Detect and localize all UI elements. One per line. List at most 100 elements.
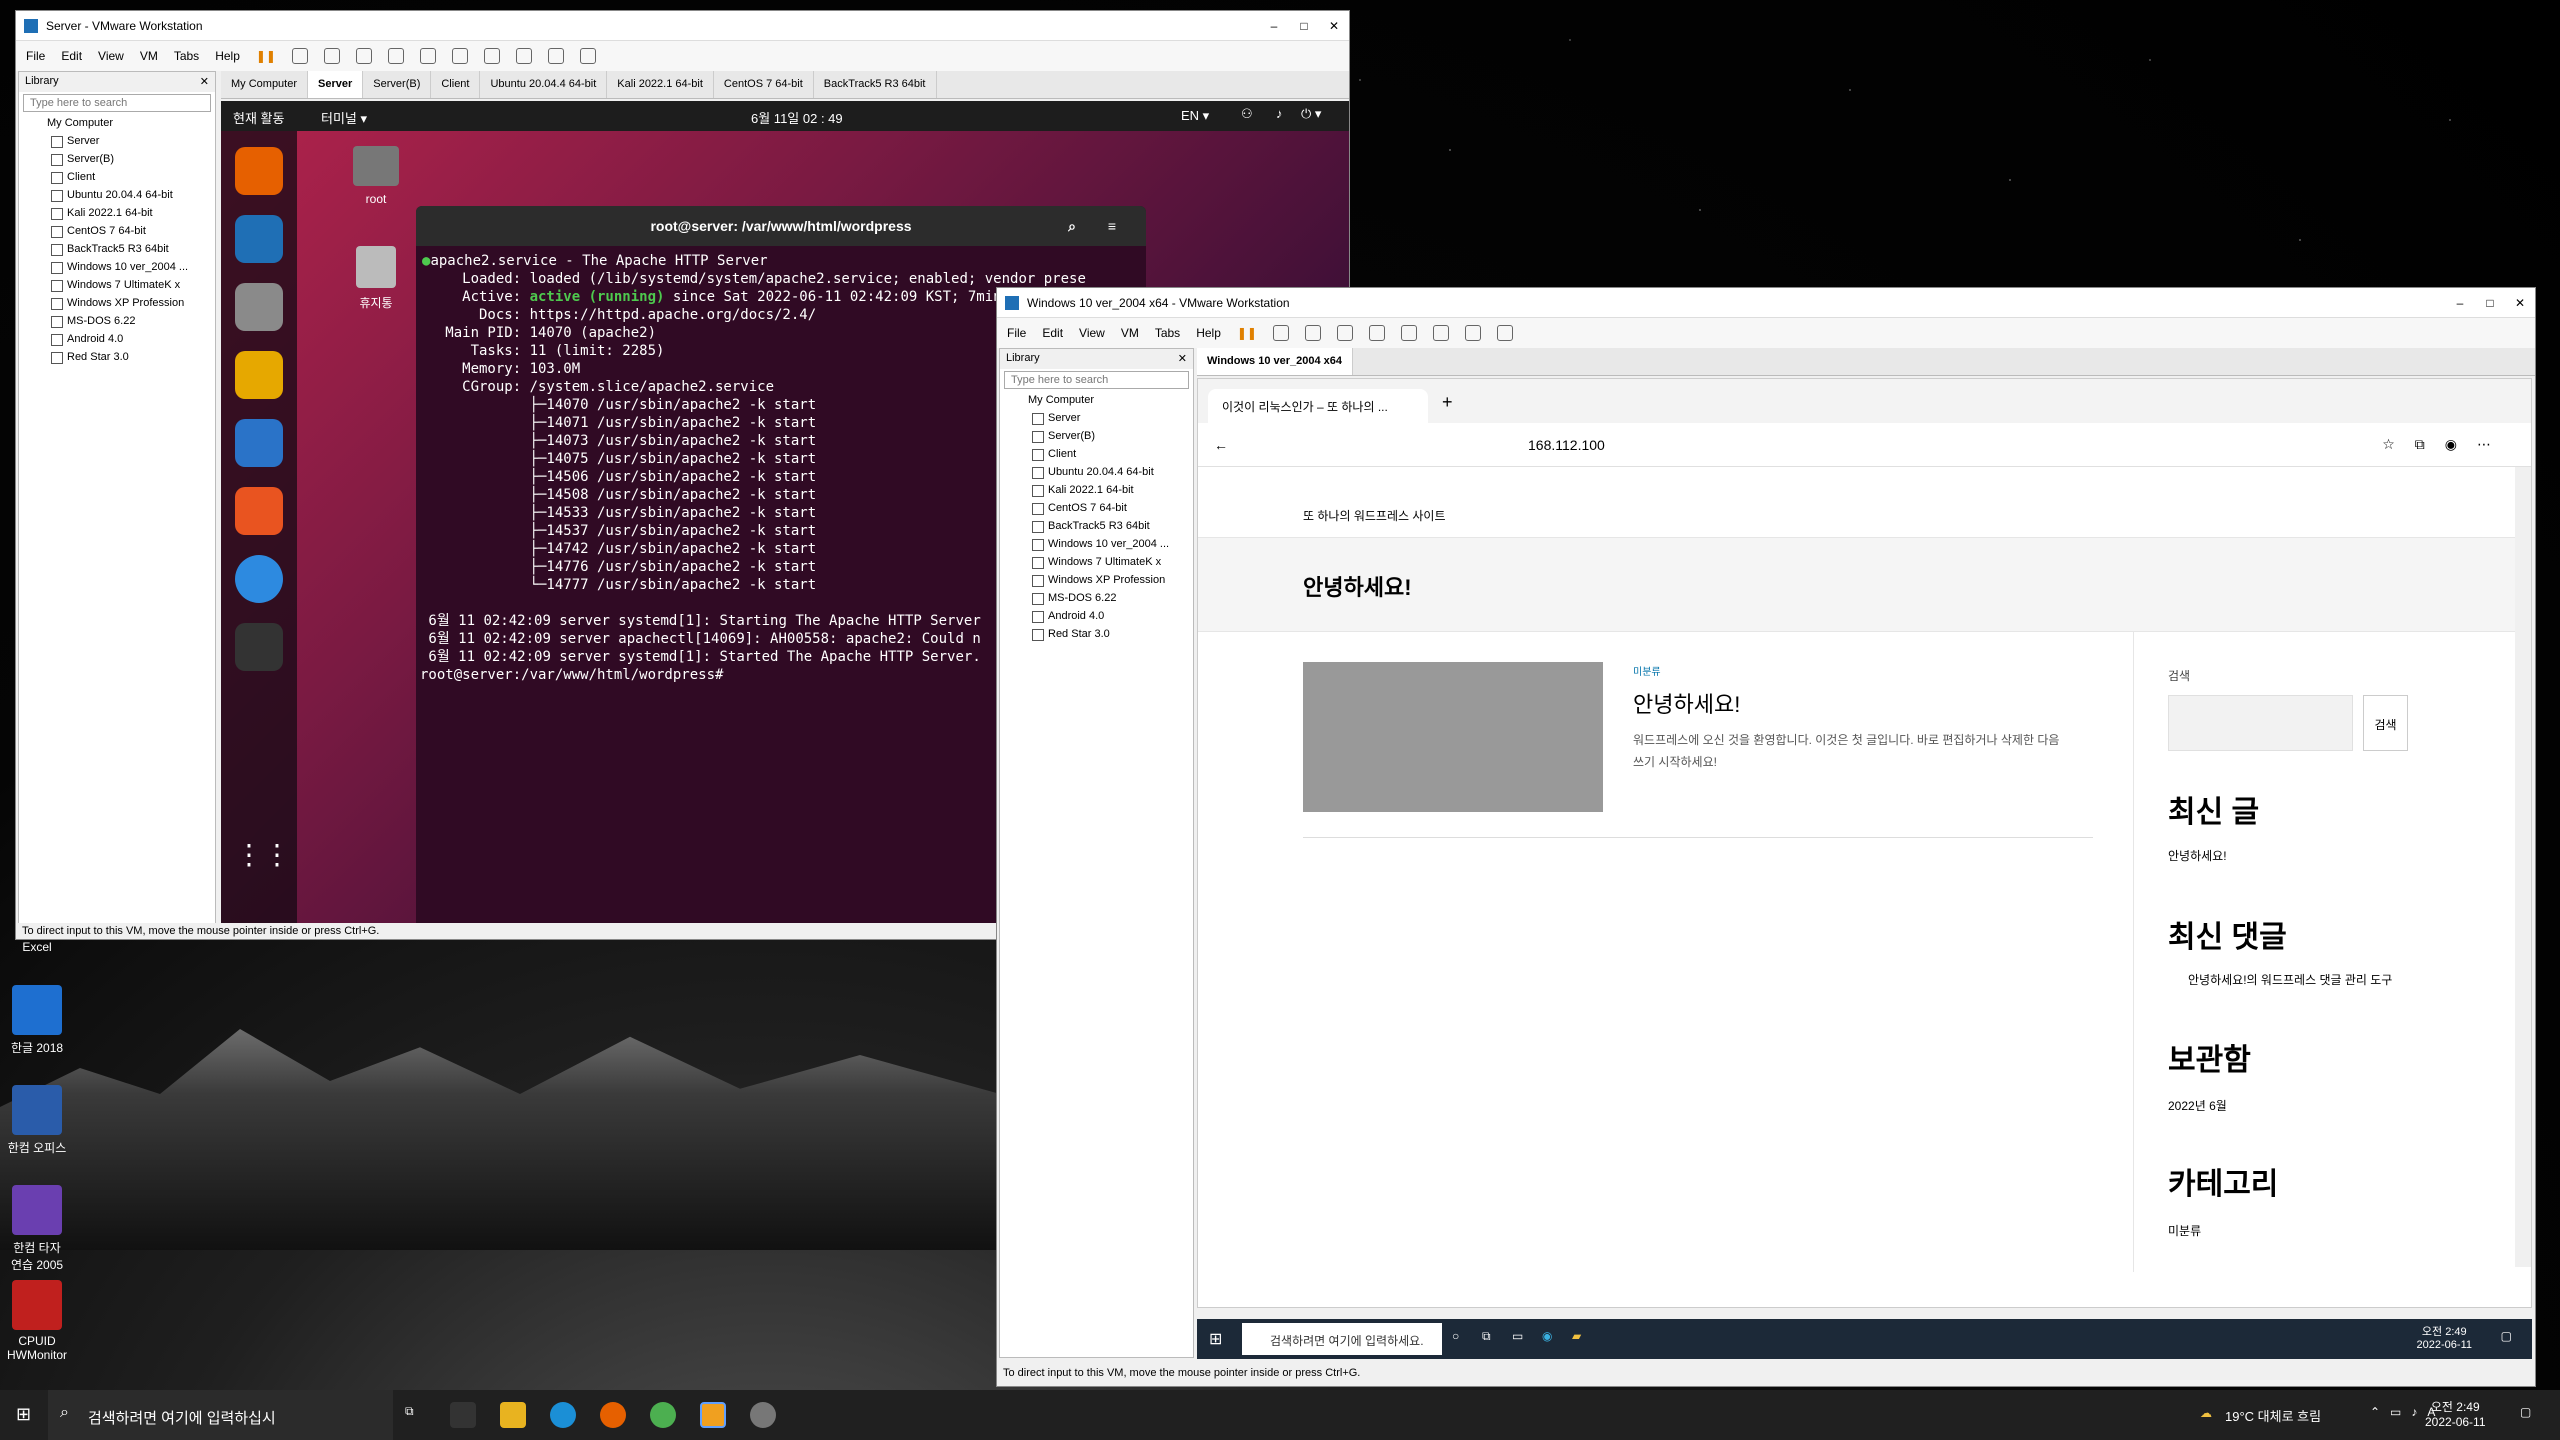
send-keys-icon[interactable] — [1272, 325, 1289, 341]
tree-item[interactable]: Windows XP Profession — [1008, 571, 1193, 589]
thunderbird-icon[interactable] — [235, 215, 283, 263]
menu-edit[interactable]: Edit — [61, 49, 82, 63]
tree-item[interactable]: Ubuntu 20.04.4 64-bit — [27, 186, 215, 204]
tree-item[interactable]: Ubuntu 20.04.4 64-bit — [1008, 463, 1193, 481]
close-button[interactable]: ✕ — [2505, 288, 2535, 318]
desktop-icon-hwmonitor[interactable]: CPUID HWMonitor — [2, 1280, 72, 1362]
tree-item[interactable]: Android 4.0 — [1008, 607, 1193, 625]
volume-icon[interactable]: ♪ — [1276, 106, 1283, 121]
tree-item[interactable]: MS-DOS 6.22 — [1008, 589, 1193, 607]
power-icon[interactable]: ⏻ ▾ — [1301, 106, 1321, 122]
edge-tab[interactable]: 이것이 리눅스인가 – 또 하나의 ... — [1208, 389, 1428, 423]
snapshot-manager-icon[interactable] — [387, 48, 404, 64]
recent-comment-link[interactable]: 안녕하세요!의 워드프레스 댓글 관리 도구 — [2188, 972, 2418, 988]
tab-win10[interactable]: Windows 10 ver_2004 x64 — [1197, 348, 1354, 375]
minimize-button[interactable]: – — [1259, 11, 1289, 41]
minimize-button[interactable]: – — [2445, 288, 2475, 318]
sidebar-search-button[interactable]: 검색 — [2363, 695, 2408, 751]
task-view-icon[interactable]: ⧉ — [1482, 1329, 1491, 1344]
close-button[interactable]: ✕ — [1319, 11, 1349, 41]
tab-server[interactable]: Server — [308, 71, 364, 98]
maximize-button[interactable]: □ — [1289, 11, 1319, 41]
unity-icon[interactable] — [515, 48, 532, 64]
tree-item[interactable]: CentOS 7 64-bit — [1008, 499, 1193, 517]
tree-item[interactable]: Kali 2022.1 64-bit — [1008, 481, 1193, 499]
stretch-icon[interactable] — [579, 48, 596, 64]
notification-icon[interactable]: ▢ — [2501, 1329, 2512, 1343]
tree-item[interactable]: BackTrack5 R3 64bit — [1008, 517, 1193, 535]
taskbar-search-box[interactable]: 검색하려면 여기에 입력하세요. — [1242, 1323, 1442, 1355]
terminal-taskbar-icon[interactable] — [450, 1402, 476, 1428]
close-library-icon[interactable]: ✕ — [1178, 352, 1187, 366]
input-language[interactable]: EN ▾ — [1181, 108, 1209, 124]
tab-my-computer[interactable]: My Computer — [221, 71, 309, 98]
desktop-icon-root[interactable]: root — [341, 146, 411, 206]
windows-start-icon[interactable]: ⊞ — [1209, 1329, 1222, 1349]
tree-item[interactable]: Red Star 3.0 — [27, 348, 215, 366]
tree-item[interactable]: Windows 7 UltimateK x — [27, 276, 215, 294]
tree-root-my-computer[interactable]: My Computer — [1008, 391, 1193, 409]
tabs-view-icon[interactable] — [451, 48, 468, 64]
fullscreen-icon[interactable] — [1464, 325, 1481, 341]
tree-item[interactable]: Kali 2022.1 64-bit — [27, 204, 215, 222]
tab-kali[interactable]: Kali 2022.1 64-bit — [607, 71, 714, 98]
host-clock-time[interactable]: 오전 2:49 — [2425, 1398, 2486, 1415]
network-icon[interactable]: ⚇ — [1241, 106, 1253, 122]
new-tab-icon[interactable]: + — [1442, 392, 1453, 413]
archive-link[interactable]: 2022년 6월 — [2168, 1097, 2227, 1114]
tree-item[interactable]: Server(B) — [1008, 427, 1193, 445]
desktop-icon-hangul[interactable]: 한글 2018 — [2, 985, 72, 1056]
menu-tabs[interactable]: Tabs — [1155, 326, 1180, 340]
writer-icon[interactable] — [235, 419, 283, 467]
menu-view[interactable]: View — [98, 49, 124, 63]
windows-start-icon[interactable]: ⊞ — [16, 1404, 31, 1425]
post-category-link[interactable]: 미분류 — [1633, 663, 1661, 678]
tree-item[interactable]: Red Star 3.0 — [1008, 625, 1193, 643]
tab-centos[interactable]: CentOS 7 64-bit — [714, 71, 814, 98]
notification-icon[interactable]: ▢ — [2520, 1405, 2531, 1419]
tab-backtrack[interactable]: BackTrack5 R3 64bit — [814, 71, 937, 98]
snapshot-icon[interactable] — [1304, 325, 1321, 341]
explorer-taskbar-icon[interactable]: ▰ — [1572, 1329, 1581, 1343]
tab-client[interactable]: Client — [431, 71, 481, 98]
host-search-box[interactable]: 검색하려면 여기에 입력하십시 — [48, 1390, 393, 1440]
rhythmbox-icon[interactable] — [235, 351, 283, 399]
tree-item[interactable]: CentOS 7 64-bit — [27, 222, 215, 240]
tree-item[interactable]: Server — [27, 132, 215, 150]
tree-item[interactable]: Windows XP Profession — [27, 294, 215, 312]
weather-icon[interactable]: ☁ — [2200, 1406, 2212, 1420]
cortana-icon[interactable]: ○ — [1452, 1329, 1459, 1343]
desktop-icon-excel[interactable]: Excel — [2, 940, 72, 954]
menu-file[interactable]: File — [1007, 326, 1026, 340]
menu-view[interactable]: View — [1079, 326, 1105, 340]
back-icon[interactable]: ← — [1214, 437, 1228, 453]
firefox-icon[interactable] — [235, 147, 283, 195]
help-icon[interactable] — [235, 555, 283, 603]
library-view-icon[interactable] — [419, 48, 436, 64]
host-clock-date[interactable]: 2022-06-11 — [2425, 1415, 2486, 1429]
menu-tabs[interactable]: Tabs — [174, 49, 199, 63]
snapshot-icon[interactable] — [323, 48, 340, 64]
task-view-icon[interactable]: ⧉ — [405, 1404, 414, 1419]
console-icon[interactable] — [1496, 325, 1513, 341]
revert-icon[interactable] — [1336, 325, 1353, 341]
win10-clock-date[interactable]: 2022-06-11 — [2417, 1339, 2472, 1351]
activities-button[interactable]: 현재 활동 — [233, 108, 284, 127]
clock[interactable]: 6월 11일 02 : 49 — [751, 108, 843, 127]
tabs-view-icon[interactable] — [1432, 325, 1449, 341]
tree-item[interactable]: Server(B) — [27, 150, 215, 168]
menu-vm[interactable]: VM — [1121, 326, 1139, 340]
tab-ubuntu[interactable]: Ubuntu 20.04.4 64-bit — [480, 71, 608, 98]
tree-item[interactable]: BackTrack5 R3 64bit — [27, 240, 215, 258]
featured-image-placeholder[interactable] — [1303, 662, 1603, 812]
win10-clock-time[interactable]: 오전 2:49 — [2417, 1323, 2472, 1339]
menu-help[interactable]: Help — [1196, 326, 1221, 340]
software-icon[interactable] — [235, 487, 283, 535]
edge-taskbar-icon[interactable]: ◉ — [1542, 1329, 1552, 1343]
files-icon[interactable] — [235, 283, 283, 331]
url-field[interactable]: 168.112.100 — [1528, 437, 1605, 453]
terminal-taskbar-icon[interactable]: ▭ — [1512, 1329, 1523, 1343]
tree-item[interactable]: Server — [1008, 409, 1193, 427]
pause-icon[interactable]: ❚❚ — [1237, 326, 1257, 340]
post-title[interactable]: 안녕하세요! — [1633, 687, 1740, 719]
